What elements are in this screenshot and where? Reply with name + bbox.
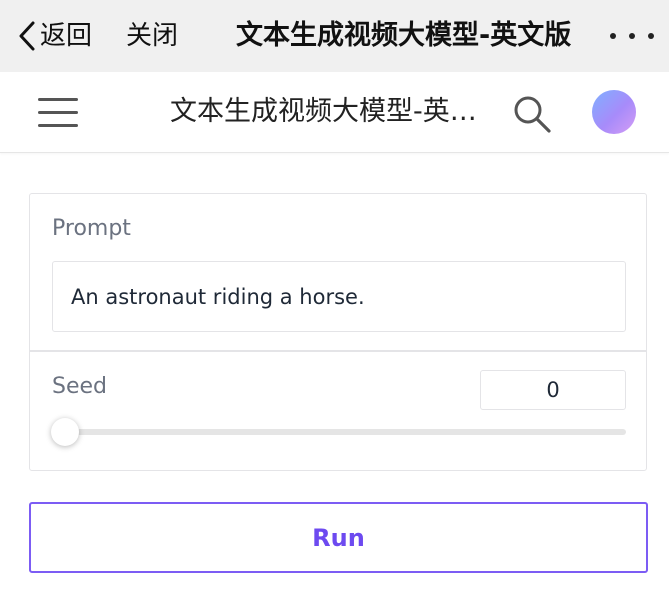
seed-number-input[interactable] (480, 370, 626, 410)
prompt-label: Prompt (52, 216, 131, 241)
divider (30, 350, 646, 352)
seed-label: Seed (52, 374, 107, 399)
back-label: 返回 (40, 21, 93, 51)
more-dot-icon (610, 33, 616, 39)
form-card: Prompt Seed (29, 193, 647, 471)
prompt-input[interactable] (52, 261, 626, 332)
chevron-left-icon (19, 21, 35, 51)
avatar[interactable] (592, 90, 636, 134)
menu-line-icon (38, 98, 78, 101)
wechat-top-bar: 返回 关闭 文本生成视频大模型-英文版 (0, 0, 669, 72)
more-options-button[interactable] (610, 28, 654, 44)
more-dot-icon (629, 33, 635, 39)
window-title: 文本生成视频大模型-英文版 (236, 20, 572, 51)
hamburger-menu-button[interactable] (38, 94, 78, 130)
seed-slider-thumb[interactable] (51, 418, 79, 446)
close-button[interactable]: 关闭 (126, 16, 178, 56)
menu-line-icon (38, 124, 78, 127)
seed-slider-track[interactable] (66, 429, 626, 435)
search-button[interactable] (512, 94, 552, 134)
back-button[interactable]: 返回 (18, 16, 92, 56)
run-button[interactable]: Run (29, 502, 648, 573)
menu-line-icon (38, 111, 78, 114)
page-title: 文本生成视频大模型-英文版 (170, 96, 500, 127)
search-icon (514, 96, 551, 133)
more-dot-icon (648, 33, 654, 39)
app-header: 文本生成视频大模型-英文版 (0, 72, 669, 153)
